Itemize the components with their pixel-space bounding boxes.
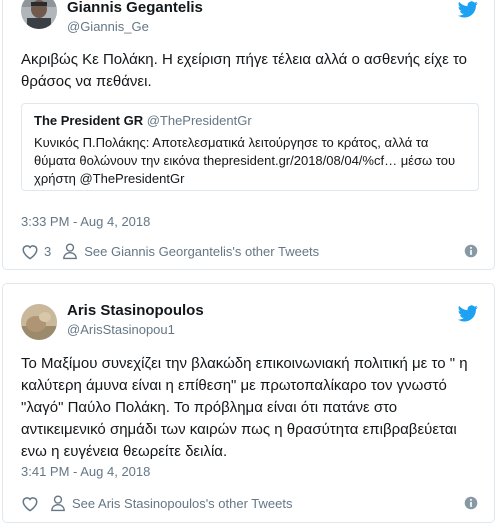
tweet-text: Ακριβώς Κε Πολάκη. Η εχείριση πήγε τέλει… — [21, 51, 468, 90]
quoted-author-handle[interactable]: @ThePresidentGr — [147, 113, 252, 128]
tweet-card[interactable]: Giannis Gegantelis @Giannis_Ge Ακριβώς Κ… — [2, 0, 495, 270]
info-icon[interactable] — [464, 244, 478, 258]
person-icon[interactable] — [62, 242, 78, 260]
tweet-card[interactable]: Aris Stasinopoulos @ArisStasinopou1 Το Μ… — [2, 283, 495, 523]
other-tweets-link[interactable]: See Aris Stasinopoulos's other Tweets — [72, 496, 292, 511]
quoted-tweet-header: The President GR @ThePresidentGr — [34, 112, 466, 129]
tweet-timestamp[interactable]: 3:33 PM - Aug 4, 2018 — [21, 214, 150, 229]
tweet-text: Το Μαξίμου συνεχίζει την βλακώδη επικοιν… — [21, 355, 468, 460]
info-icon[interactable] — [464, 496, 478, 510]
author-name[interactable]: Aris Stasinopoulos — [67, 302, 204, 319]
person-icon[interactable] — [50, 494, 66, 512]
tweet-actions: See Aris Stasinopoulos's other Tweets — [21, 493, 478, 513]
avatar-photo-icon — [21, 304, 57, 340]
author-avatar[interactable] — [21, 304, 57, 340]
author-avatar[interactable] — [21, 0, 57, 29]
other-tweets-link[interactable]: See Giannis Georgantelis's other Tweets — [84, 244, 319, 259]
author-handle[interactable]: @Giannis_Ge — [67, 19, 149, 34]
quoted-tweet-text: Κυνικός Π.Πολάκης: Αποτελεσματικά λειτού… — [34, 135, 456, 186]
tweet-timestamp[interactable]: 3:41 PM - Aug 4, 2018 — [21, 464, 150, 479]
author-handle[interactable]: @ArisStasinopou1 — [67, 322, 175, 337]
like-count[interactable]: 3 — [44, 244, 51, 259]
author-name[interactable]: Giannis Gegantelis — [67, 0, 203, 16]
quoted-tweet[interactable]: The President GR @ThePresidentGr Κυνικός… — [21, 103, 479, 191]
twitter-bird-icon[interactable] — [458, 305, 478, 322]
avatar-photo-icon — [21, 0, 57, 29]
heart-icon[interactable] — [21, 495, 39, 512]
twitter-bird-icon[interactable] — [458, 1, 478, 18]
quoted-author-name[interactable]: The President GR — [34, 113, 143, 128]
tweet-actions: 3 See Giannis Georgantelis's other Tweet… — [21, 241, 478, 261]
heart-icon[interactable] — [21, 243, 39, 260]
